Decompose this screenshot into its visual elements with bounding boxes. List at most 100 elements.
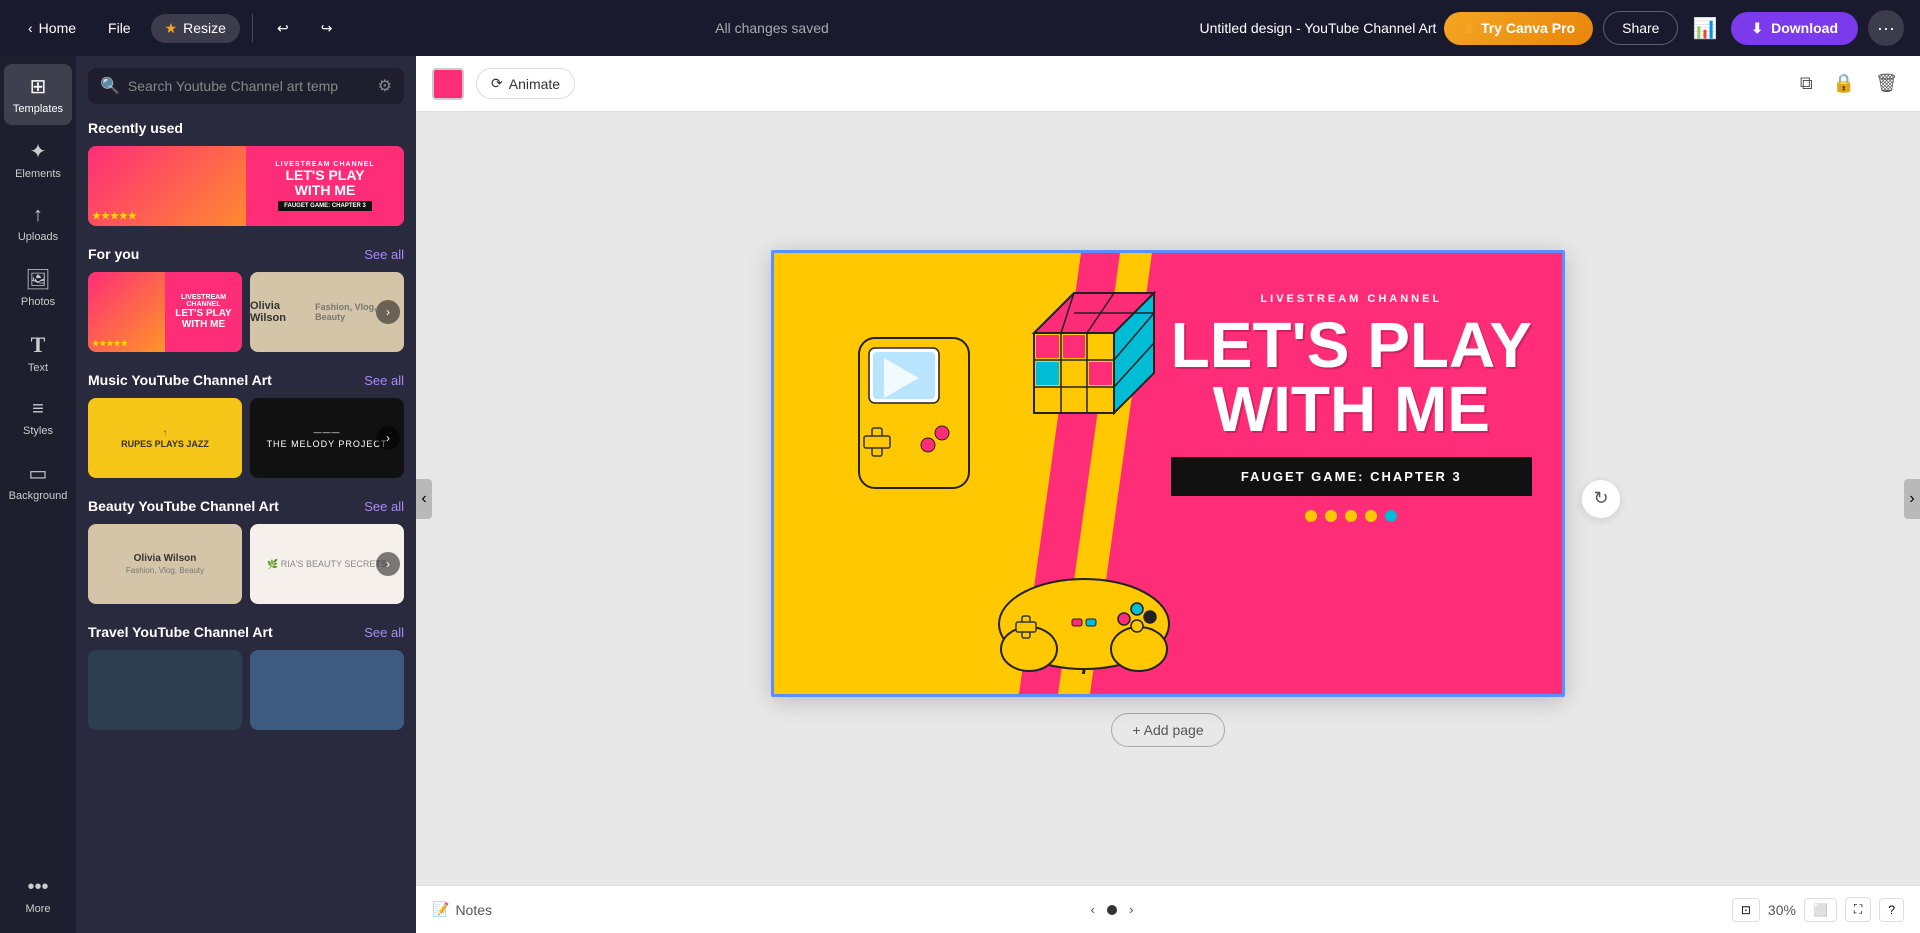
fullscreen-button[interactable]: ⛶ xyxy=(1845,897,1871,922)
color-swatch[interactable] xyxy=(432,68,464,100)
canvas-subtitle: LIVESTREAM CHANNEL xyxy=(1171,293,1532,305)
search-input[interactable] xyxy=(128,78,370,94)
gameboy-illustration xyxy=(854,333,974,493)
travel-header: Travel YouTube Channel Art See all xyxy=(88,624,404,640)
next-template-arrow[interactable]: › xyxy=(376,300,400,324)
music-see-all[interactable]: See all xyxy=(364,373,404,388)
timeline-next[interactable]: › xyxy=(1129,902,1133,917)
sidebar-item-text-label: Text xyxy=(28,362,48,374)
search-bar: 🔍 ⚙ xyxy=(88,68,404,104)
music-title: Music YouTube Channel Art xyxy=(88,372,272,388)
main-content: ⊞ Templates ✦ Elements ↑ Uploads 🖼 Photo… xyxy=(0,56,1920,933)
file-button[interactable]: File xyxy=(96,14,143,42)
copy-button[interactable]: ⧉ xyxy=(1794,67,1819,100)
canvas-toolbar-right: ⧉ 🔒 🗑 xyxy=(1794,67,1904,100)
recently-used-header: Recently used xyxy=(88,120,404,136)
try-pro-label: Try Canva Pro xyxy=(1481,20,1575,36)
animate-icon: ⟳ xyxy=(491,75,503,92)
share-label: Share xyxy=(1622,20,1659,36)
chevron-left-icon: ‹ xyxy=(28,20,33,36)
timeline-prev[interactable]: ‹ xyxy=(1090,902,1094,917)
next-beauty-arrow[interactable]: › xyxy=(376,552,400,576)
download-button[interactable]: ⬇ Download xyxy=(1731,12,1858,45)
copy-icon: ⧉ xyxy=(1800,73,1813,93)
resize-button[interactable]: ★ Resize xyxy=(151,14,240,43)
search-icon: 🔍 xyxy=(100,76,120,96)
background-icon: ▭ xyxy=(29,461,48,486)
sidebar-item-text[interactable]: T Text xyxy=(4,322,72,384)
template-card-beauty2[interactable]: 🌿 RIA'S BEAUTY SECRETS › xyxy=(250,524,404,604)
help-button[interactable]: ? xyxy=(1879,898,1904,922)
sidebar-item-background[interactable]: ▭ Background xyxy=(4,451,72,512)
share-button[interactable]: Share xyxy=(1603,11,1678,45)
travel-title: Travel YouTube Channel Art xyxy=(88,624,273,640)
template-card-recently-used[interactable]: LIVESTREAM CHANNEL LET'S PLAYWITH ME FAU… xyxy=(88,146,404,226)
rubik-cube-illustration xyxy=(1024,283,1164,423)
sidebar-item-styles[interactable]: ≡ Styles xyxy=(4,388,72,447)
refresh-icon: ↻ xyxy=(1593,488,1608,509)
sidebar-item-background-label: Background xyxy=(9,490,68,502)
question-icon: ? xyxy=(1888,903,1895,917)
canvas-dot-2 xyxy=(1325,510,1337,522)
add-page-button[interactable]: + Add page xyxy=(1111,713,1224,747)
more-options-button[interactable]: ··· xyxy=(1868,10,1904,46)
scroll-right-indicator[interactable]: › xyxy=(1904,479,1920,519)
styles-icon: ≡ xyxy=(32,398,44,421)
hide-panel-button[interactable]: ‹ xyxy=(408,471,416,519)
template-card-melody[interactable]: ——— THE MELODY PROJECT › xyxy=(250,398,404,478)
sidebar-item-elements-label: Elements xyxy=(15,168,61,180)
sidebar-item-photos[interactable]: 🖼 Photos xyxy=(4,257,72,318)
for-you-header: For you See all xyxy=(88,246,404,262)
canvas-title: LET'S PLAY WITH ME xyxy=(1171,313,1532,441)
template-card-travel2[interactable] xyxy=(250,650,404,730)
canvas-chapter-box: FAUGET GAME: CHAPTER 3 xyxy=(1171,457,1532,496)
notes-icon: 📝 xyxy=(432,901,449,918)
for-you-grid: LIVESTREAM CHANNEL LET'S PLAYWITH ME ★★★… xyxy=(88,272,404,352)
animate-button[interactable]: ⟳ Animate xyxy=(476,68,575,99)
redo-button[interactable]: ↪ xyxy=(309,14,345,43)
sidebar-item-uploads-label: Uploads xyxy=(18,231,58,243)
zoom-page-button[interactable]: ⬜ xyxy=(1804,898,1837,922)
notes-button[interactable]: 📝 Notes xyxy=(432,901,492,918)
canvas-refresh-button[interactable]: ↻ xyxy=(1581,479,1621,519)
left-sidebar: ⊞ Templates ✦ Elements ↑ Uploads 🖼 Photo… xyxy=(0,56,76,933)
lock-button[interactable]: 🔒 xyxy=(1827,67,1861,100)
template-card-beauty1[interactable]: Olivia Wilson Fashion, Vlog, Beauty xyxy=(88,524,242,604)
bottom-bar: 📝 Notes ‹ › ⊡ 30% ⬜ ⛶ ? xyxy=(416,885,1920,933)
try-pro-button[interactable]: ♛ Try Canva Pro xyxy=(1444,12,1593,45)
sidebar-item-uploads[interactable]: ↑ Uploads xyxy=(4,194,72,253)
next-music-arrow[interactable]: › xyxy=(376,426,400,450)
canvas-scroll-area[interactable]: ⧉ ✚ xyxy=(416,112,1920,885)
delete-button[interactable]: 🗑 xyxy=(1869,67,1904,100)
template-card-travel1[interactable] xyxy=(88,650,242,730)
sidebar-item-elements[interactable]: ✦ Elements xyxy=(4,129,72,190)
for-you-title: For you xyxy=(88,246,139,262)
controller-illustration xyxy=(994,554,1174,674)
travel-see-all[interactable]: See all xyxy=(364,625,404,640)
template-card-jazz[interactable]: ↑ RUPES PLAYS JAZZ xyxy=(88,398,242,478)
photos-icon: 🖼 xyxy=(25,267,50,292)
zoom-out-button[interactable]: ⊡ xyxy=(1732,898,1760,922)
resize-label: Resize xyxy=(183,20,226,36)
more-icon: ••• xyxy=(27,876,48,899)
template-card-olivia[interactable]: Olivia WilsonFashion, Vlog, Beauty › xyxy=(250,272,404,352)
sidebar-item-more[interactable]: ••• More xyxy=(4,866,72,925)
scroll-left-indicator[interactable]: ‹ xyxy=(416,479,432,519)
file-label: File xyxy=(108,20,131,36)
home-button[interactable]: ‹ Home xyxy=(16,14,88,42)
canvas-dot-3 xyxy=(1345,510,1357,522)
top-navigation: ‹ Home File ★ Resize ↩ ↪ All changes sav… xyxy=(0,0,1920,56)
design-canvas[interactable]: LIVESTREAM CHANNEL LET'S PLAY WITH ME FA… xyxy=(771,250,1565,697)
undo-button[interactable]: ↩ xyxy=(265,14,301,43)
recently-used-grid: LIVESTREAM CHANNEL LET'S PLAYWITH ME FAU… xyxy=(88,146,404,226)
zoom-controls: ⊡ 30% ⬜ ⛶ ? xyxy=(1732,897,1904,922)
download-icon: ⬇ xyxy=(1751,20,1763,37)
ellipsis-icon: ··· xyxy=(1877,18,1895,39)
filter-icon[interactable]: ⚙ xyxy=(378,76,392,96)
canvas-toolbar: ⟳ Animate ⧉ 🔒 🗑 xyxy=(416,56,1920,112)
analytics-icon[interactable]: 📊 xyxy=(1688,12,1721,45)
beauty-see-all[interactable]: See all xyxy=(364,499,404,514)
template-card-gaming[interactable]: LIVESTREAM CHANNEL LET'S PLAYWITH ME ★★★… xyxy=(88,272,242,352)
for-you-see-all[interactable]: See all xyxy=(364,247,404,262)
sidebar-item-templates[interactable]: ⊞ Templates xyxy=(4,64,72,125)
